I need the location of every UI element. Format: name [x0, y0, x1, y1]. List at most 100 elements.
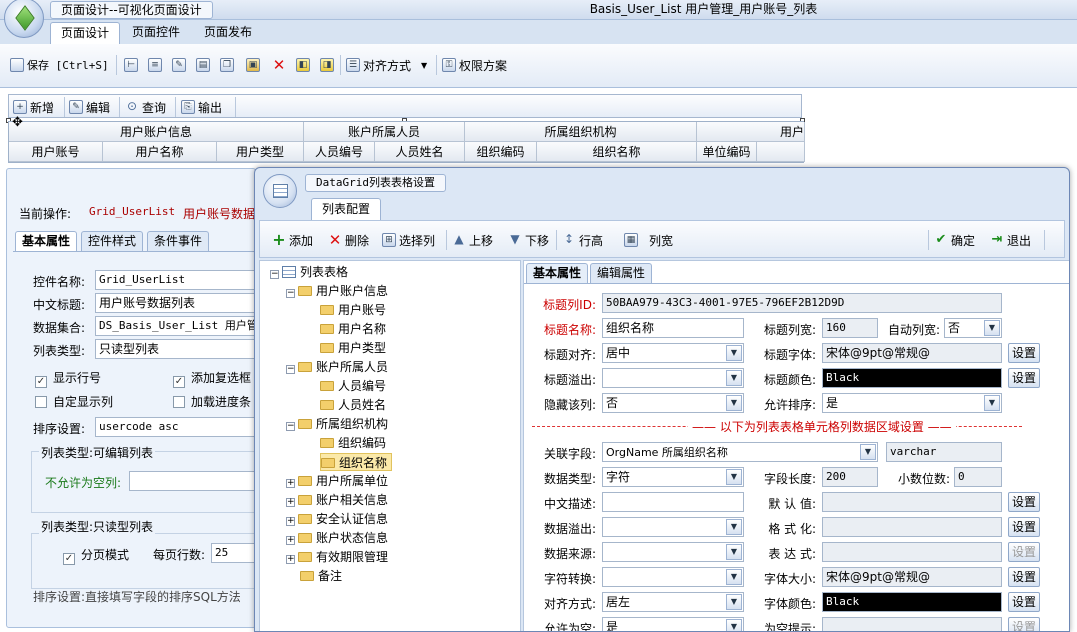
field-type-input[interactable]: varchar: [886, 442, 1002, 462]
tab-condition-events[interactable]: 条件事件: [147, 231, 210, 251]
move-down-button[interactable]: ▼ 下移: [508, 229, 549, 251]
expr-settings-button[interactable]: 设置: [1008, 542, 1040, 562]
column-header[interactable]: 用户账号: [9, 142, 103, 162]
query-button[interactable]: ⊙ 查询: [125, 96, 166, 118]
tab-edit-props[interactable]: 编辑属性: [590, 263, 653, 283]
title-overflow-select[interactable]: ▼: [602, 368, 744, 388]
column-header[interactable]: [757, 142, 805, 162]
data-overflow-select[interactable]: ▼: [602, 517, 744, 537]
tab-list-config[interactable]: 列表配置: [311, 198, 382, 220]
control-name-input[interactable]: Grid_UserList: [95, 270, 257, 290]
title-font-settings-button[interactable]: 设置: [1008, 343, 1040, 363]
font-color-settings-button[interactable]: 设置: [1008, 592, 1040, 612]
col-id-input[interactable]: 50BAA979-43C3-4001-97E5-796EF2B12D9D: [602, 293, 1002, 313]
custom-cols-checkbox[interactable]: 自定显示列: [35, 393, 113, 410]
null-hint-input[interactable]: [822, 617, 1002, 631]
tab-control-style[interactable]: 控件样式: [81, 231, 144, 251]
load-progress-checkbox[interactable]: 加载进度条: [173, 393, 251, 410]
tree-button[interactable]: ⊢: [124, 54, 141, 76]
layout-button[interactable]: ▤: [196, 54, 213, 76]
data-source-select[interactable]: ▼: [602, 542, 744, 562]
show-row-no-checkbox[interactable]: ✓ 显示行号: [35, 369, 101, 388]
column-group-header[interactable]: 账户所属人员: [304, 122, 465, 142]
save-button[interactable]: 保存 [Ctrl+S]: [10, 54, 109, 76]
tree-leaf-selected[interactable]: 组织名称: [320, 453, 393, 471]
font-size-input[interactable]: 宋体@9pt@常规@: [822, 567, 1002, 587]
tree-node[interactable]: − 所属组织机构: [286, 415, 388, 433]
tree-leaf[interactable]: 组织编码: [320, 434, 386, 452]
default-input[interactable]: [822, 492, 1002, 512]
move-up-button[interactable]: ▲ 上移: [452, 229, 493, 251]
column-header[interactable]: 人员姓名: [375, 142, 465, 162]
tree-leaf[interactable]: 备注: [300, 567, 342, 585]
ok-button[interactable]: ✔ 确定: [934, 229, 975, 251]
tree-node[interactable]: − 用户账户信息: [286, 282, 388, 300]
tree-node[interactable]: − 账户所属人员: [286, 358, 388, 376]
title-color-settings-button[interactable]: 设置: [1008, 368, 1040, 388]
column-group-header[interactable]: 用户账户信息: [9, 122, 304, 142]
align-select[interactable]: 居左 ▼: [602, 592, 744, 612]
column-group-header[interactable]: 所属组织机构: [465, 122, 697, 142]
char-conv-select[interactable]: ▼: [602, 567, 744, 587]
column-header[interactable]: 单位编码: [697, 142, 757, 162]
font-size-settings-button[interactable]: 设置: [1008, 567, 1040, 587]
column-header[interactable]: 组织编码: [465, 142, 537, 162]
align-dropdown[interactable]: ☰ 对齐方式 ▼: [346, 54, 427, 76]
tab-basic-props[interactable]: 基本属性: [15, 231, 78, 251]
tree-node[interactable]: + 账户相关信息: [286, 491, 388, 509]
properties-button[interactable]: ≡: [148, 54, 165, 76]
sort-input[interactable]: usercode asc: [95, 417, 257, 437]
copy-button[interactable]: ❐: [220, 54, 237, 76]
title-name-input[interactable]: 组织名称: [602, 318, 744, 338]
delete-button[interactable]: ✕: [272, 54, 289, 76]
title-width-input[interactable]: 160: [822, 318, 878, 338]
font-color-input[interactable]: Black: [822, 592, 1002, 612]
exit-button[interactable]: ⇥ 退出: [990, 229, 1031, 251]
field-len-input[interactable]: 200: [822, 467, 878, 487]
column-header[interactable]: 用户名称: [103, 142, 217, 162]
tree-leaf[interactable]: 用户名称: [320, 320, 386, 338]
expr-input[interactable]: [822, 542, 1002, 562]
column-header[interactable]: 用户类型: [217, 142, 304, 162]
decimals-input[interactable]: 0: [954, 467, 1002, 487]
column-group-header[interactable]: 用户: [697, 122, 805, 142]
column-header[interactable]: 人员编号: [304, 142, 375, 162]
tree-leaf[interactable]: 人员编号: [320, 377, 386, 395]
tab-page-publish[interactable]: 页面发布: [194, 22, 262, 44]
list-type-select[interactable]: 只读型列表: [95, 339, 257, 359]
row-height-button[interactable]: ↕ 行高: [562, 229, 603, 251]
tree-leaf[interactable]: 人员姓名: [320, 396, 386, 414]
auto-width-select[interactable]: 否 ▼: [944, 318, 1002, 338]
cn-title-input[interactable]: 用户账号数据列表: [95, 293, 257, 313]
title-align-select[interactable]: 居中 ▼: [602, 343, 744, 363]
tab-basic-props[interactable]: 基本属性: [526, 263, 589, 283]
tree-node[interactable]: + 用户所属单位: [286, 472, 388, 490]
tab-page-controls[interactable]: 页面控件: [122, 22, 190, 44]
format-settings-button[interactable]: 设置: [1008, 517, 1040, 537]
dataset-input[interactable]: DS_Basis_User_List 用户管: [95, 316, 257, 336]
allow-null-select[interactable]: 是 ▼: [602, 617, 744, 631]
column-header[interactable]: 组织名称: [537, 142, 697, 162]
data-type-select[interactable]: 字符 ▼: [602, 467, 744, 487]
permission-button[interactable]: ⚿ 权限方案: [442, 54, 507, 76]
field-select[interactable]: OrgName 所属组织名称 ▼: [602, 442, 878, 462]
tree-node[interactable]: + 安全认证信息: [286, 510, 388, 528]
export-button[interactable]: ⎘ 输出: [181, 96, 222, 118]
col-width-button[interactable]: ▦ 列宽: [624, 229, 673, 251]
format-input[interactable]: [822, 517, 1002, 537]
tree-leaf[interactable]: 用户账号: [320, 301, 386, 319]
add-checkbox-checkbox[interactable]: ✓ 添加复选框: [173, 369, 251, 388]
title-font-input[interactable]: 宋体@9pt@常规@: [822, 343, 1002, 363]
paste-button[interactable]: ▣: [246, 54, 263, 76]
move-handle-icon[interactable]: ✥: [12, 115, 23, 130]
form-button[interactable]: ✎: [172, 54, 189, 76]
cn-desc-input[interactable]: [602, 492, 744, 512]
bring-front-button[interactable]: ◧: [296, 54, 313, 76]
delete-column-button[interactable]: ✕ 删除: [328, 229, 369, 251]
tree-leaf[interactable]: 用户类型: [320, 339, 386, 357]
hide-col-select[interactable]: 否 ▼: [602, 393, 744, 413]
tree-node[interactable]: + 有效期限管理: [286, 548, 388, 566]
not-null-input[interactable]: [129, 471, 257, 491]
title-color-input[interactable]: Black: [822, 368, 1002, 388]
allow-sort-select[interactable]: 是 ▼: [822, 393, 1002, 413]
